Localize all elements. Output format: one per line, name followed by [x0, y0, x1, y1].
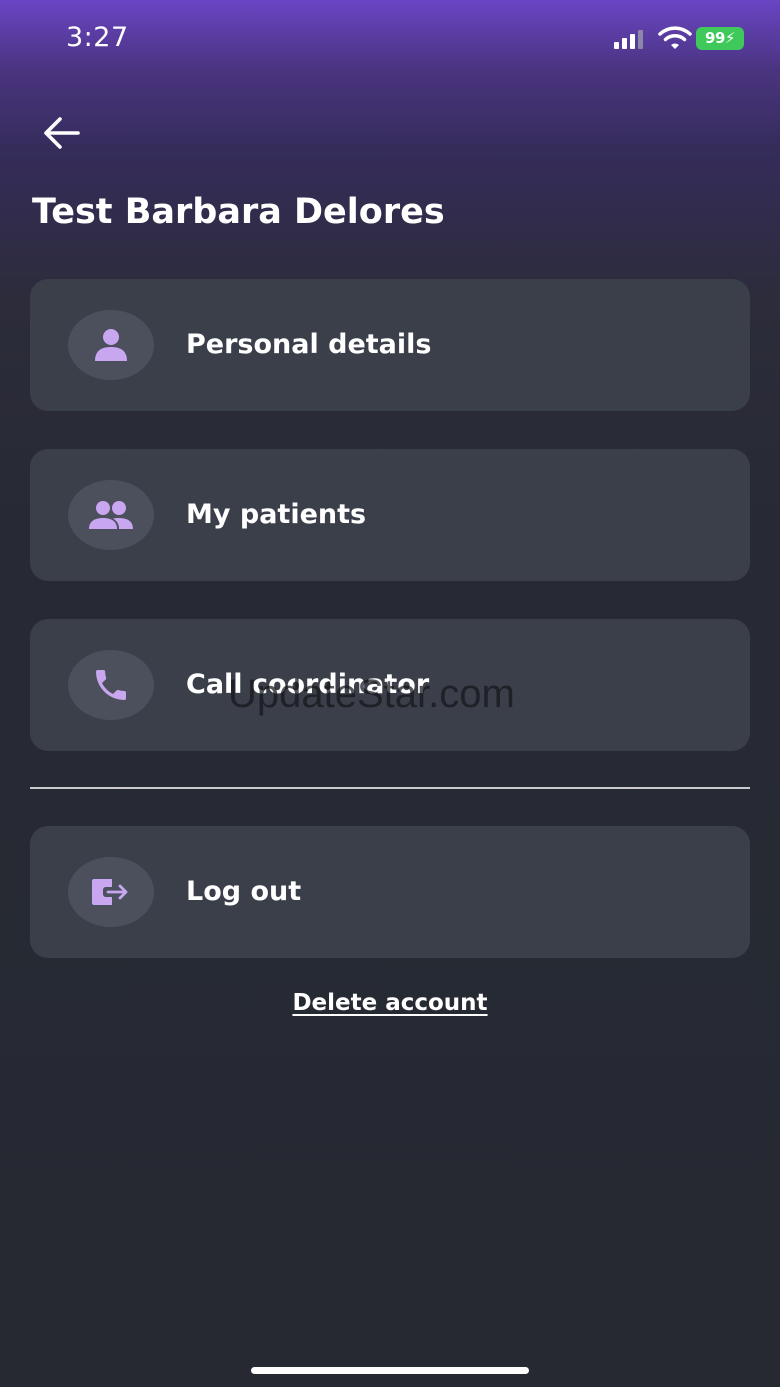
status-time: 3:27 — [66, 22, 129, 53]
delete-account-container: Delete account — [0, 990, 780, 1016]
wifi-icon — [658, 26, 692, 49]
page-title: Test Barbara Delores — [32, 192, 445, 232]
battery-charging-icon: 99⚡ — [696, 27, 744, 50]
log-out-button[interactable]: Log out — [30, 826, 750, 958]
personal-details-button[interactable]: Personal details — [30, 279, 750, 411]
my-patients-label: My patients — [186, 499, 367, 530]
personal-details-icon-circle — [68, 310, 154, 380]
people-icon — [89, 501, 133, 529]
divider — [30, 787, 750, 789]
my-patients-icon-circle — [68, 480, 154, 550]
log-out-icon-circle — [68, 857, 154, 927]
call-coordinator-icon-circle — [68, 650, 154, 720]
home-indicator — [251, 1367, 529, 1374]
delete-account-link[interactable]: Delete account — [292, 990, 487, 1016]
phone-icon — [96, 670, 126, 700]
battery-level: 99⚡ — [705, 29, 735, 47]
cellular-signal-icon — [614, 30, 643, 49]
arrow-left-icon — [44, 117, 80, 149]
personal-details-label: Personal details — [186, 329, 432, 360]
my-patients-button[interactable]: My patients — [30, 449, 750, 581]
logout-icon — [92, 879, 128, 905]
log-out-label: Log out — [186, 876, 302, 907]
call-coordinator-button[interactable]: Call coordinator — [30, 619, 750, 751]
call-coordinator-label: Call coordinator — [186, 669, 430, 700]
back-button[interactable] — [38, 112, 86, 156]
status-bar: 3:27 99⚡ — [0, 0, 780, 80]
person-icon — [95, 329, 127, 361]
